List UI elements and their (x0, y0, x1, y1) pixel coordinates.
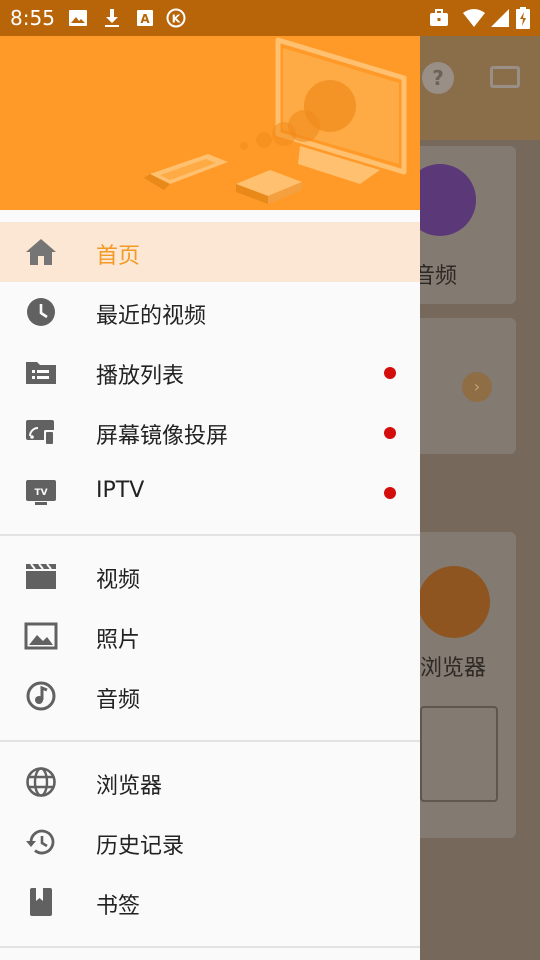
signal-icon (491, 9, 509, 27)
a-box-icon: A (137, 10, 153, 26)
bookmark-icon (30, 888, 52, 916)
cast-illustration (144, 37, 407, 204)
menu-item-history[interactable]: 历史记录 (0, 812, 420, 872)
playlist-folder-icon (26, 362, 56, 384)
video-clapper-icon (26, 563, 56, 589)
divider (0, 740, 420, 742)
menu-item-photos[interactable]: 照片 (0, 606, 420, 666)
menu-label-bookmarks: 书签 (96, 894, 141, 919)
badge-dot (384, 367, 396, 379)
menu-label-photos: 照片 (96, 628, 141, 653)
menu-item-screen-mirror[interactable]: 屏幕镜像投屏 (0, 402, 420, 462)
battery-icon (516, 7, 530, 29)
status-bar: 8:55 A K (0, 0, 540, 36)
menu-item-home[interactable]: 首页 (0, 222, 420, 282)
menu-label-recent-videos: 最近的视频 (96, 304, 207, 329)
svg-text:K: K (172, 13, 181, 26)
menu-item-bookmarks[interactable]: 书签 (0, 872, 420, 932)
menu-label-iptv: IPTV (96, 478, 145, 503)
badge-dot (384, 427, 396, 439)
globe-icon (26, 767, 56, 797)
home-icon (26, 239, 56, 265)
menu-label-videos: 视频 (96, 568, 141, 593)
menu-item-recent-videos[interactable]: 最近的视频 (0, 282, 420, 342)
clock-icon (27, 298, 55, 326)
tv-icon: TV (26, 480, 56, 505)
history-icon (26, 829, 55, 855)
chevron-right-icon: › (462, 372, 492, 402)
menu-label-audio: 音频 (96, 688, 141, 713)
menu-label-history: 历史记录 (96, 834, 185, 859)
menu-label-playlist: 播放列表 (96, 364, 185, 389)
image-icon (69, 10, 87, 26)
menu-label-screen-mirror: 屏幕镜像投屏 (96, 424, 229, 449)
download-icon (105, 9, 119, 27)
badge-dot (384, 487, 396, 499)
divider (0, 946, 420, 948)
drawer-header (0, 36, 420, 210)
divider (0, 534, 420, 536)
svg-text:TV: TV (34, 488, 47, 498)
cast-icon (490, 66, 520, 88)
menu-item-videos[interactable]: 视频 (0, 546, 420, 606)
k-circle-icon: K (166, 8, 186, 28)
menu-label-browser: 浏览器 (96, 774, 163, 799)
navigation-drawer: 首页 最近的视频 播放列表 屏幕镜像投屏 TV IPTV 视频 照片 音频 浏览… (0, 36, 420, 960)
menu-item-browser[interactable]: 浏览器 (0, 752, 420, 812)
menu-item-audio[interactable]: 音频 (0, 666, 420, 726)
status-time: 8:55 (10, 6, 55, 30)
background-browser-label: 浏览器 (420, 656, 487, 681)
menu-item-playlist[interactable]: 播放列表 (0, 342, 420, 402)
screen-mirror-icon (26, 420, 55, 446)
menu-label-home: 首页 (96, 244, 141, 269)
wifi-icon (463, 9, 485, 27)
background-input-box (420, 706, 498, 802)
photo-icon (24, 622, 58, 650)
briefcase-icon (430, 9, 448, 26)
svg-text:A: A (140, 12, 150, 26)
menu-item-iptv[interactable]: TV IPTV (0, 462, 420, 522)
globe-icon (418, 566, 490, 638)
music-icon (26, 681, 56, 711)
help-icon: ? (422, 62, 454, 94)
